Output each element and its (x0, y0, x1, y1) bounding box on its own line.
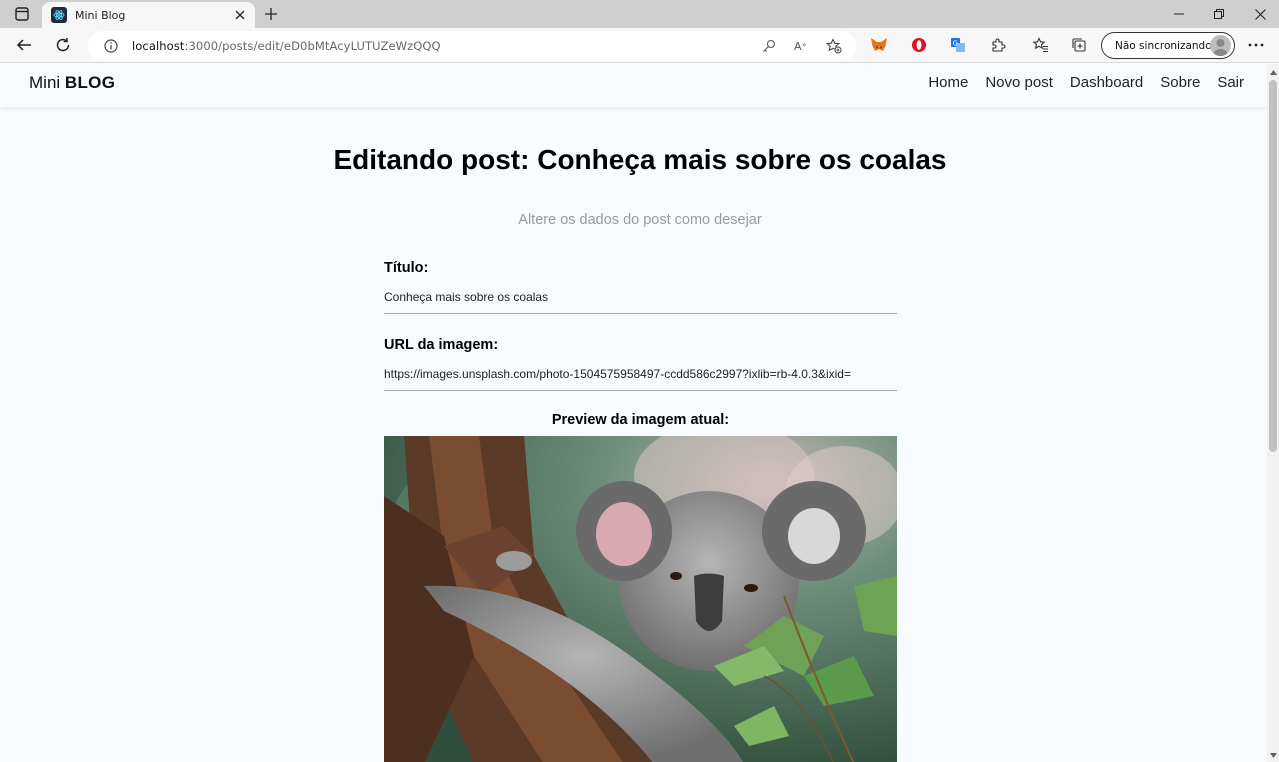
favorites-icon[interactable] (1028, 33, 1054, 57)
tab-title: Mini Blog (75, 8, 126, 22)
title-field-group: Título: (384, 257, 897, 314)
nav-link-logout[interactable]: Sair (1217, 74, 1244, 91)
svg-text:A: A (794, 40, 802, 53)
profile-avatar-icon (1210, 35, 1231, 56)
title-input[interactable] (384, 280, 897, 314)
nav-links: Home Novo post Dashboard Sobre Sair (928, 74, 1244, 91)
image-url-label: URL da imagem: (384, 337, 499, 353)
react-favicon-icon (51, 7, 67, 23)
close-tab-icon[interactable] (231, 6, 249, 24)
opera-extension-icon[interactable] (906, 33, 932, 57)
nav-link-dashboard[interactable]: Dashboard (1070, 74, 1143, 91)
close-window-icon[interactable] (1245, 4, 1275, 24)
nav-link-home[interactable]: Home (928, 74, 968, 91)
extensions-puzzle-icon[interactable] (985, 33, 1011, 57)
site-info-icon[interactable] (104, 38, 118, 53)
minimize-icon[interactable] (1164, 4, 1194, 24)
koala-image-preview (384, 436, 897, 762)
browser-tab[interactable]: Mini Blog (42, 2, 255, 28)
metamask-extension-icon[interactable] (866, 33, 892, 57)
translate-extension-icon[interactable]: G (945, 33, 971, 57)
browser-toolbar: localhost:3000/posts/edit/eD0bMtAcyLUTUZ… (0, 28, 1279, 63)
profile-sync-button[interactable]: Não sincronizando (1101, 32, 1235, 59)
page-viewport: Mini BLOG Home Novo post Dashboard Sobre… (0, 64, 1267, 762)
scroll-down-arrow-icon[interactable] (1269, 750, 1277, 760)
brand-logo[interactable]: Mini BLOG (29, 73, 115, 93)
page-title: Editando post: Conheça mais sobre os coa… (333, 144, 947, 175)
read-aloud-icon[interactable]: A» (793, 37, 811, 55)
svg-text:G: G (953, 40, 958, 48)
scroll-up-arrow-icon[interactable] (1269, 67, 1277, 77)
svg-text:»: » (802, 41, 806, 49)
image-url-field-group: URL da imagem: (384, 334, 897, 391)
reload-icon[interactable] (50, 33, 76, 57)
koala-photo (384, 436, 897, 762)
back-arrow-icon[interactable] (11, 33, 37, 57)
add-favorite-icon[interactable] (825, 37, 843, 55)
key-icon[interactable] (760, 37, 778, 55)
site-navbar: Mini BLOG Home Novo post Dashboard Sobre… (0, 64, 1267, 107)
address-bar[interactable]: localhost:3000/posts/edit/eD0bMtAcyLUTUZ… (88, 31, 856, 60)
collections-icon[interactable] (1066, 33, 1092, 57)
nav-link-about[interactable]: Sobre (1160, 74, 1200, 91)
more-options-icon[interactable] (1243, 33, 1269, 57)
page-subtitle: Altere os dados do post como desejar (518, 212, 762, 228)
edit-post-form: Título: URL da imagem: Preview da imagem… (384, 257, 897, 762)
image-url-input[interactable] (384, 357, 897, 391)
image-preview-label: Preview da imagem atual: (551, 412, 730, 428)
url-text: localhost:3000/posts/edit/eD0bMtAcyLUTUZ… (132, 38, 441, 53)
tab-actions-icon[interactable] (10, 4, 34, 24)
nav-link-new-post[interactable]: Novo post (985, 74, 1053, 91)
new-tab-icon[interactable] (260, 4, 282, 24)
page-scrollbar[interactable] (1267, 64, 1279, 762)
sync-status-label: Não sincronizando (1115, 39, 1212, 52)
restore-icon[interactable] (1204, 4, 1234, 24)
title-label: Título: (384, 260, 429, 276)
browser-tab-bar: Mini Blog (0, 0, 1279, 28)
scrollbar-thumb[interactable] (1269, 80, 1277, 452)
